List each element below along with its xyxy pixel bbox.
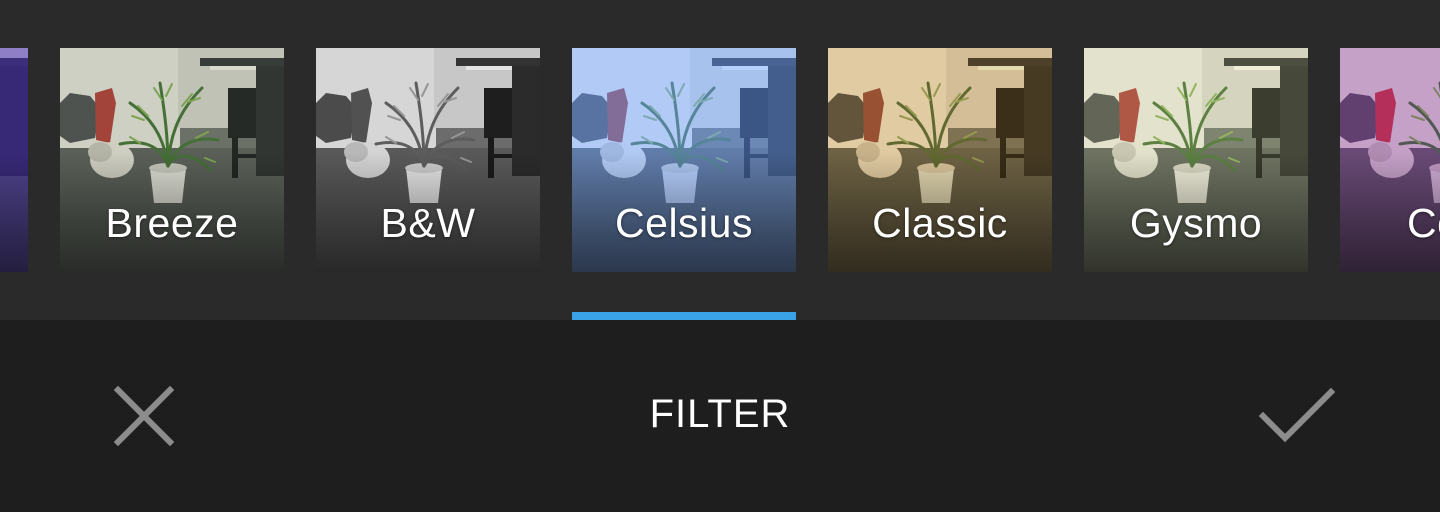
filter-editor: Breeze B&W Celsius Classic Gysmo C FILTE… bbox=[0, 0, 1440, 512]
filter-thumb-gysmo[interactable]: Gysmo bbox=[1084, 48, 1308, 272]
selected-filter-indicator bbox=[572, 312, 796, 320]
filter-thumb-bw[interactable]: B&W bbox=[316, 48, 540, 272]
filter-thumb-partial-right[interactable]: Co bbox=[1340, 48, 1440, 272]
filter-strip[interactable]: Breeze B&W Celsius Classic Gysmo C bbox=[0, 0, 1440, 320]
close-icon bbox=[114, 386, 174, 446]
office-plant-photo bbox=[60, 48, 284, 272]
office-plant-photo bbox=[828, 48, 1052, 272]
filter-thumb-classic[interactable]: Classic bbox=[828, 48, 1052, 272]
filter-thumb-breeze[interactable]: Breeze bbox=[60, 48, 284, 272]
office-plant-photo bbox=[572, 48, 796, 272]
filter-thumb-partial-left[interactable] bbox=[0, 48, 28, 272]
filter-thumb-celsius[interactable]: Celsius bbox=[572, 48, 796, 272]
office-plant-photo bbox=[1084, 48, 1308, 272]
screen-title: FILTER bbox=[649, 392, 791, 436]
cancel-button[interactable] bbox=[104, 376, 184, 456]
office-plant-photo bbox=[1340, 48, 1440, 272]
office-plant-photo bbox=[0, 48, 28, 272]
bottom-action-bar: FILTER bbox=[0, 320, 1440, 512]
check-icon bbox=[1259, 387, 1335, 443]
apply-button[interactable] bbox=[1254, 376, 1340, 456]
office-plant-photo bbox=[316, 48, 540, 272]
